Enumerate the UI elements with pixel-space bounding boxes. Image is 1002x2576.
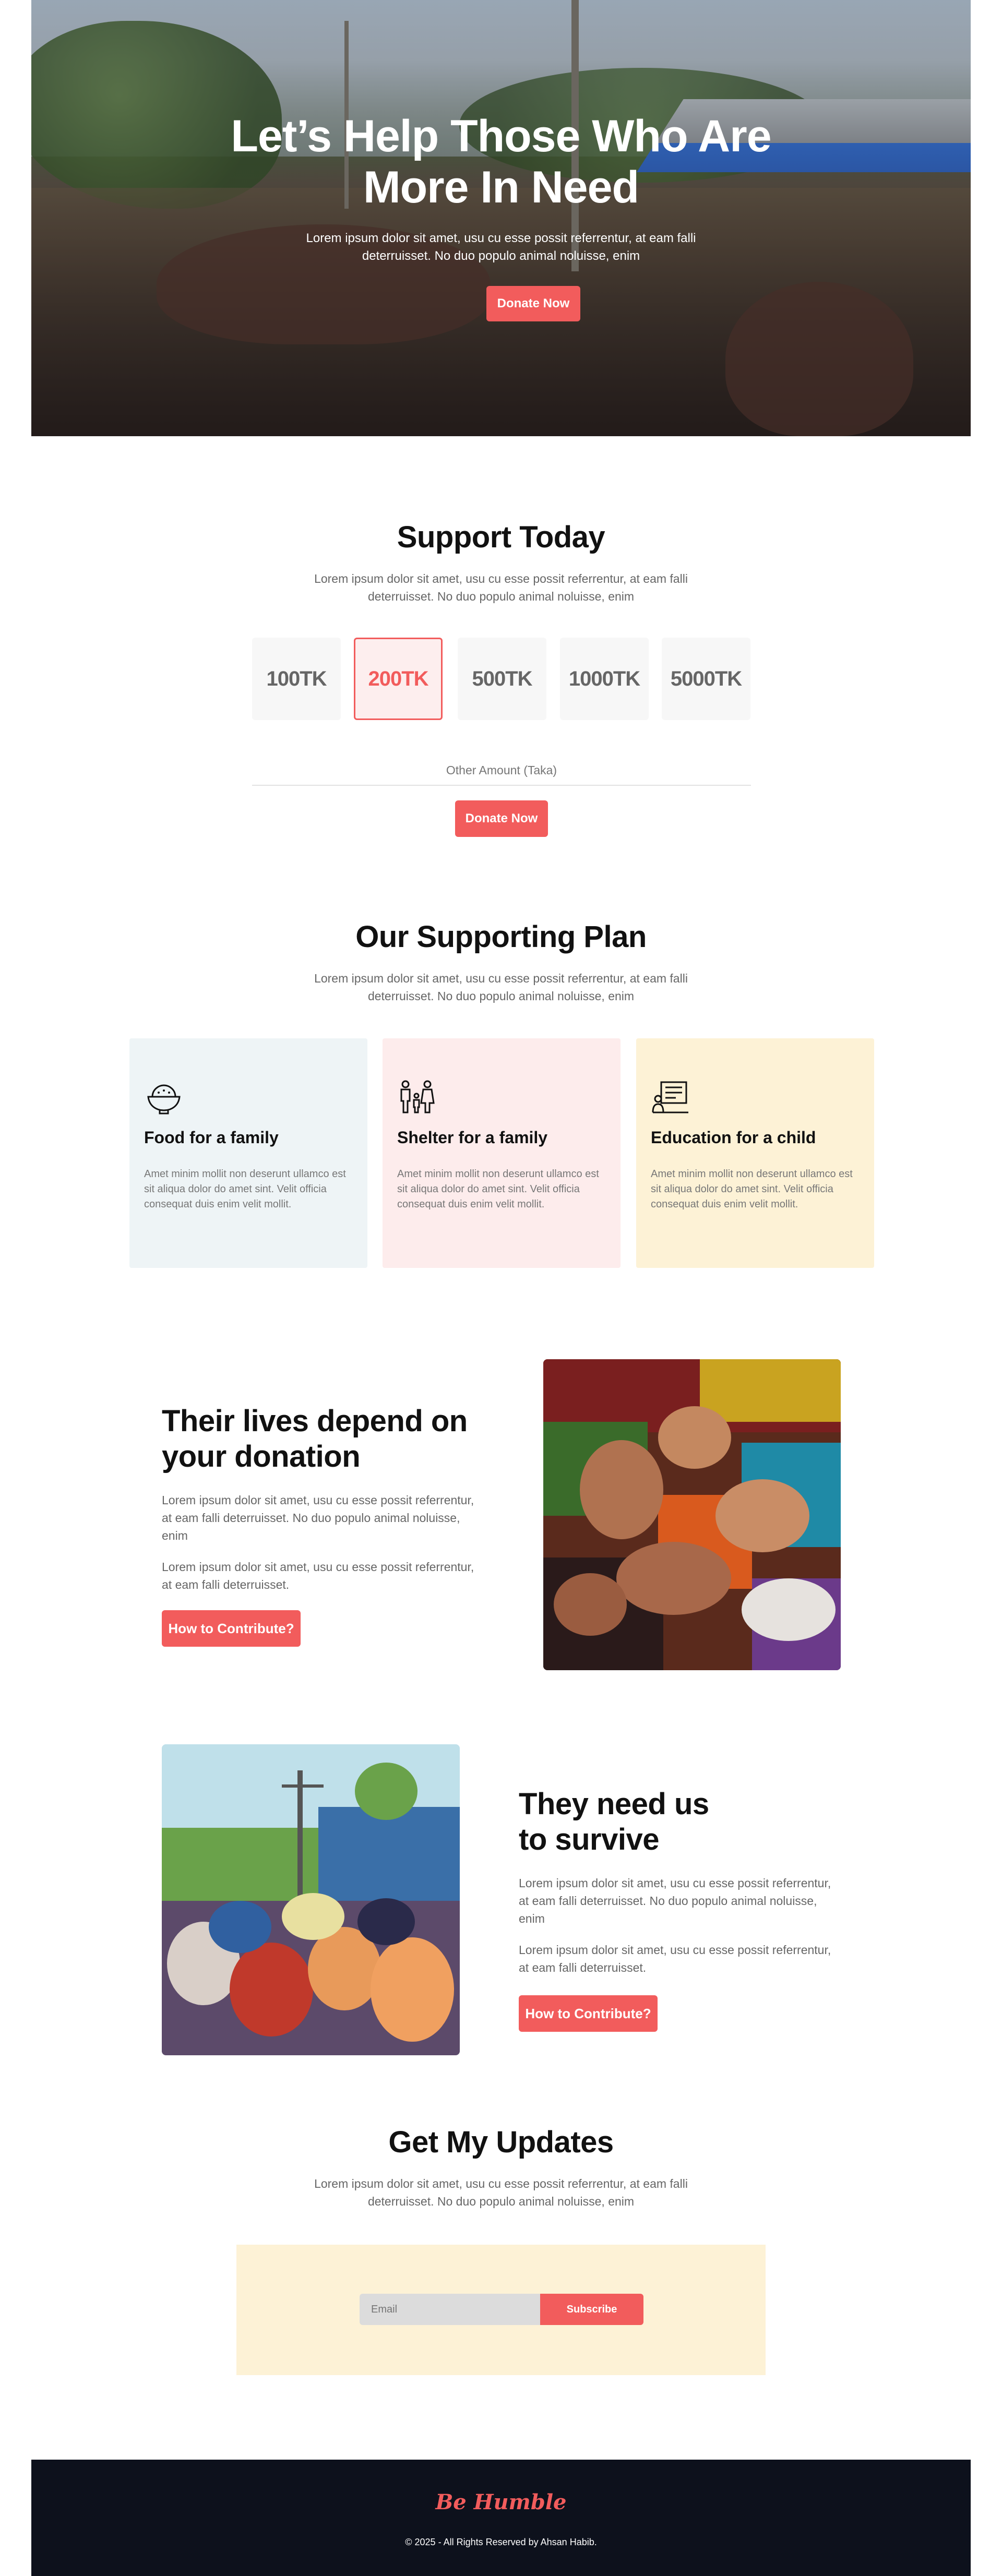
footer-copyright: © 2025 - All Rights Reserved by Ahsan Ha…: [405, 2537, 597, 2547]
education-icon: [652, 1081, 688, 1113]
survive-contribute-button[interactable]: How to Contribute?: [519, 1995, 658, 2032]
hero-people-right: [725, 282, 913, 436]
lives-paragraph-2: Lorem ipsum dolor sit amet, usu cu esse …: [162, 1560, 474, 1591]
updates-subtitle: Lorem ipsum dolor sit amet, usu cu esse …: [314, 2177, 688, 2208]
survive-paragraph-1: Lorem ipsum dolor sit amet, usu cu esse …: [519, 1876, 831, 1925]
plan-card-text: Amet minim mollit non deserunt ullamco e…: [144, 1168, 346, 1210]
plan-card-title: Food for a family: [144, 1128, 279, 1147]
amount-option-100[interactable]: 100TK: [252, 638, 341, 720]
plan-card-food: Food for a family Amet minim mollit non …: [129, 1038, 367, 1268]
relief-truck-image: [162, 1744, 460, 2055]
subscribe-button[interactable]: Subscribe: [540, 2294, 643, 2325]
support-title: Support Today: [397, 520, 605, 554]
lives-contribute-button[interactable]: How to Contribute?: [162, 1610, 301, 1647]
lives-paragraph-1: Lorem ipsum dolor sit amet, usu cu esse …: [162, 1493, 474, 1542]
amount-option-5000[interactable]: 5000TK: [662, 638, 750, 720]
hero-donate-button[interactable]: Donate Now: [486, 286, 580, 321]
plan-card-text: Amet minim mollit non deserunt ullamco e…: [651, 1168, 853, 1210]
other-amount-input[interactable]: [252, 756, 751, 786]
amount-option-200-selected[interactable]: 200TK: [354, 638, 443, 720]
amount-option-1000[interactable]: 1000TK: [560, 638, 649, 720]
lives-title: Their lives depend on your donation: [162, 1404, 468, 1473]
hands-reaching-image: [543, 1359, 841, 1670]
support-subtitle: Lorem ipsum dolor sit amet, usu cu esse …: [314, 572, 688, 603]
food-bowl-icon: [147, 1084, 181, 1115]
survive-paragraph-2: Lorem ipsum dolor sit amet, usu cu esse …: [519, 1943, 831, 1974]
updates-title: Get My Updates: [388, 2125, 614, 2159]
hero-section: Let’s Help Those Who Are More In Need Lo…: [31, 0, 971, 436]
survive-title: They need us to survive: [519, 1787, 709, 1856]
amount-option-500[interactable]: 500TK: [458, 638, 546, 720]
plan-card-education: Education for a child Amet minim mollit …: [636, 1038, 874, 1268]
footer-brand-logo[interactable]: Be Humble: [31, 2490, 971, 2514]
plan-card-text: Amet minim mollit non deserunt ullamco e…: [397, 1168, 599, 1210]
plan-card-title: Education for a child: [651, 1128, 816, 1147]
support-donate-button[interactable]: Donate Now: [455, 800, 548, 837]
family-icon: [400, 1080, 435, 1113]
email-input[interactable]: [360, 2294, 540, 2325]
hands-reaching-photo: [543, 1359, 841, 1670]
plan-title: Our Supporting Plan: [355, 920, 647, 954]
plan-card-title: Shelter for a family: [397, 1128, 548, 1147]
hero-subtitle: Lorem ipsum dolor sit amet, usu cu esse …: [306, 231, 696, 263]
relief-truck-photo: [162, 1744, 460, 2055]
newsletter-box: Subscribe: [236, 2245, 766, 2375]
footer: Be Humble © 2025 - All Rights Reserved b…: [31, 2460, 971, 2576]
plan-subtitle: Lorem ipsum dolor sit amet, usu cu esse …: [314, 972, 688, 1003]
plan-card-shelter: Shelter for a family Amet minim mollit n…: [383, 1038, 621, 1268]
hero-title: Let’s Help Those Who Are More In Need: [231, 111, 771, 212]
